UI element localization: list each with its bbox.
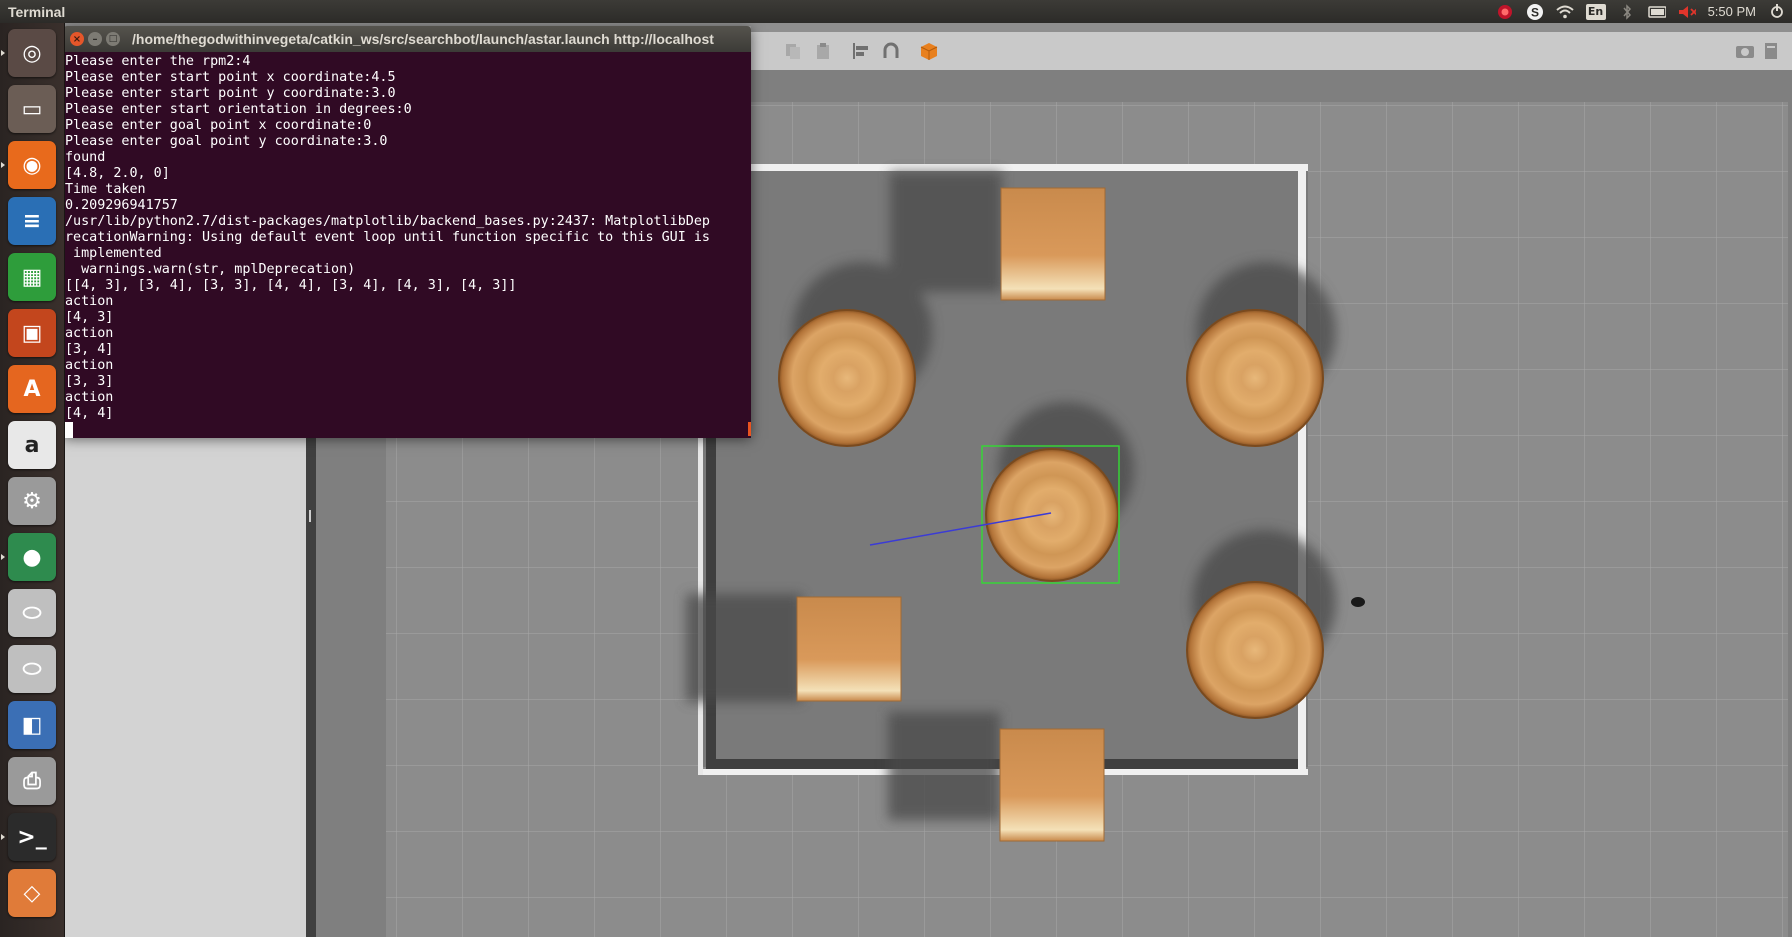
workspaces-icon-glyph: ◧: [21, 712, 43, 738]
terminal-titlebar[interactable]: × – □ /home/thegodwithinvegeta/catkin_ws…: [63, 26, 751, 52]
terminal-line: Please enter start point x coordinate:4.…: [65, 70, 396, 85]
maximize-icon[interactable]: □: [106, 32, 120, 46]
running-indicator: [1, 834, 5, 840]
dash-icon-glyph: ◎: [22, 40, 42, 66]
box-obstacle-north[interactable]: [1000, 187, 1106, 301]
running-indicator: [1, 50, 5, 56]
writer-icon[interactable]: ≡: [8, 197, 56, 245]
cylinder-obstacle-northeast[interactable]: [1186, 309, 1324, 447]
terminal-line: 0.209296941757: [65, 198, 178, 213]
terminal-line: [4, 3]: [65, 310, 114, 325]
files-icon[interactable]: ▭: [8, 85, 56, 133]
top-panel: Terminal S En 5:50 PM: [0, 0, 1792, 23]
sandbox-icon[interactable]: ◇: [8, 869, 56, 917]
svg-text:S: S: [1531, 5, 1539, 19]
software-center-icon[interactable]: A: [8, 365, 56, 413]
power-icon[interactable]: [1768, 3, 1786, 20]
terminal-output[interactable]: Please enter the rpm2:4 Please enter star…: [63, 52, 751, 438]
terminal-line: action: [65, 358, 114, 373]
copy-icon[interactable]: [782, 40, 804, 62]
terminal-line: [4.8, 2.0, 0]: [65, 166, 170, 181]
cylinder-obstacle-northwest[interactable]: [778, 309, 916, 447]
battery-icon[interactable]: [1647, 4, 1666, 20]
clock[interactable]: 5:50 PM: [1708, 4, 1756, 19]
active-app-title: Terminal: [8, 3, 66, 20]
record-icon[interactable]: [1496, 4, 1514, 20]
terminal-scrollbar[interactable]: [748, 422, 751, 436]
paste-icon[interactable]: [812, 40, 834, 62]
screenshot-icon[interactable]: [1734, 40, 1756, 62]
running-indicator: [1, 162, 5, 168]
terminal-window[interactable]: × – □ /home/thegodwithinvegeta/catkin_ws…: [63, 26, 751, 438]
terminal-line: /usr/lib/python2.7/dist-packages/matplot…: [65, 214, 710, 229]
disk-2-icon[interactable]: ⬭: [8, 645, 56, 693]
disk-2-icon-glyph: ⬭: [22, 656, 42, 682]
gazebo-toolbar: [742, 32, 1792, 70]
gazebo-icon-glyph: ●: [22, 544, 42, 570]
firefox-icon[interactable]: ◉: [8, 141, 56, 189]
terminal-line: Please enter goal point y coordinate:3.0: [65, 134, 388, 149]
disk-icon-glyph: ⬭: [22, 600, 42, 626]
terminal-line: Time taken: [65, 182, 146, 197]
terminal-cursor: [65, 422, 73, 438]
align-icon[interactable]: [850, 40, 872, 62]
volume-muted-icon[interactable]: [1678, 4, 1696, 20]
terminal-line: [[4, 3], [3, 4], [3, 3], [4, 4], [3, 4],…: [65, 278, 517, 293]
terminal-line: Please enter the rpm2:4: [65, 54, 251, 69]
terminal-line: action: [65, 326, 114, 341]
calc-icon[interactable]: ▦: [8, 253, 56, 301]
firefox-icon-glyph: ◉: [22, 152, 42, 178]
robot-marker[interactable]: [1351, 597, 1365, 607]
system-settings-icon-glyph: ⚙: [22, 488, 42, 514]
writer-icon-glyph: ≡: [22, 208, 42, 234]
impress-icon[interactable]: ▣: [8, 309, 56, 357]
terminal-line: Please enter goal point x coordinate:0: [65, 118, 372, 133]
close-icon[interactable]: ×: [70, 32, 84, 46]
impress-icon-glyph: ▣: [21, 320, 43, 346]
indicator-tray: S En 5:50 PM: [1496, 0, 1792, 23]
launcher: ◎ ▭ ◉ ≡ ▦ ▣ Aa ⚙ ● ⬭ ⬭ ◧ ⎙ >_ ◇: [0, 23, 65, 937]
sandbox-icon-glyph: ◇: [23, 880, 41, 906]
terminal-line: Please enter start point y coordinate:3.…: [65, 86, 396, 101]
bluetooth-icon[interactable]: [1618, 3, 1636, 20]
keyboard-en-icon[interactable]: En: [1585, 3, 1606, 20]
running-indicator: [1, 554, 5, 560]
terminal-line: [3, 4]: [65, 342, 114, 357]
files-icon-glyph: ▭: [21, 96, 43, 122]
terminal-line: [3, 3]: [65, 374, 114, 389]
box-obstacle-west[interactable]: [796, 596, 902, 702]
view-angle-icon[interactable]: [918, 40, 940, 62]
terminal-icon-glyph: >_: [17, 824, 47, 850]
minimize-icon[interactable]: –: [88, 32, 102, 46]
dash-icon[interactable]: ◎: [8, 29, 56, 77]
terminal-line: recationWarning: Using default event loo…: [65, 230, 710, 245]
terminal-line: [4, 4]: [65, 406, 114, 421]
system-settings-icon[interactable]: ⚙: [8, 477, 56, 525]
software-center-icon-glyph: A: [23, 376, 41, 402]
gazebo-icon[interactable]: ●: [8, 533, 56, 581]
box-obstacle-south[interactable]: [999, 728, 1105, 842]
terminal-title: /home/thegodwithinvegeta/catkin_ws/src/s…: [132, 31, 714, 47]
terminal-line: Please enter start orientation in degree…: [65, 102, 412, 117]
amazon-icon-glyph: a: [24, 432, 40, 458]
amazon-icon[interactable]: a: [8, 421, 56, 469]
wall-north: [702, 164, 1308, 171]
calc-icon-glyph: ▦: [21, 264, 43, 290]
snap-icon[interactable]: [880, 40, 902, 62]
terminal-line: found: [65, 150, 106, 165]
terminal-line: action: [65, 294, 114, 309]
skype-icon[interactable]: S: [1526, 3, 1544, 20]
terminal-line: action: [65, 390, 114, 405]
printer-icon[interactable]: ⎙: [8, 757, 56, 805]
cylinder-obstacle-southeast[interactable]: [1186, 581, 1324, 719]
terminal-icon[interactable]: >_: [8, 813, 56, 861]
wifi-icon[interactable]: [1555, 4, 1574, 20]
cylinder-obstacle-center[interactable]: [985, 448, 1119, 582]
terminal-line: warnings.warn(str, mplDeprecation): [65, 262, 356, 277]
workspaces-icon[interactable]: ◧: [8, 701, 56, 749]
printer-icon-glyph: ⎙: [23, 768, 41, 794]
log-icon[interactable]: [1760, 40, 1782, 62]
terminal-line: implemented: [65, 246, 162, 261]
disk-icon[interactable]: ⬭: [8, 589, 56, 637]
